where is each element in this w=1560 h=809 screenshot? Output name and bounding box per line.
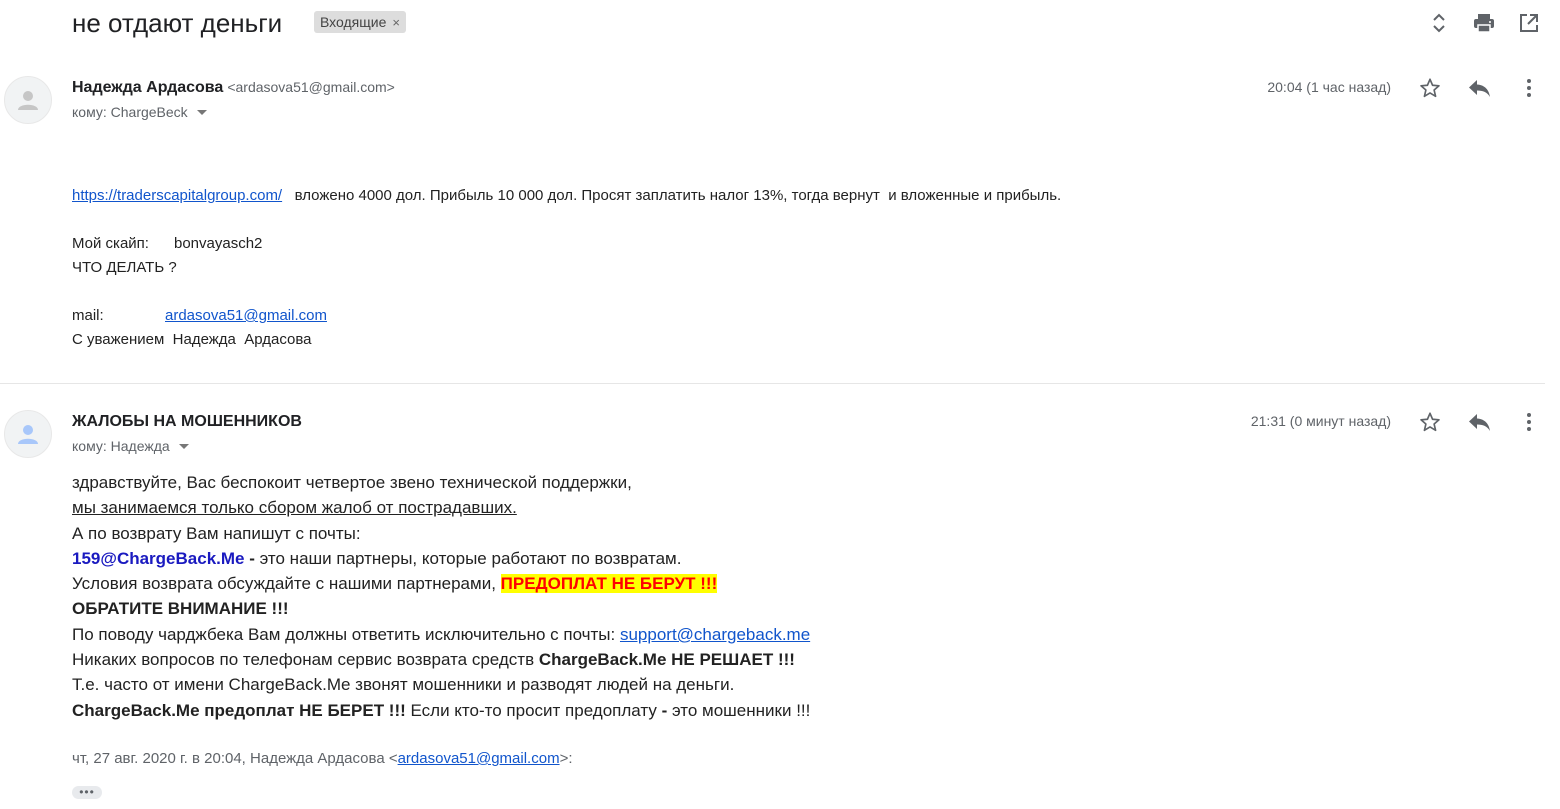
- message-divider: [0, 383, 1545, 384]
- recipient-details-caret-icon[interactable]: [196, 109, 207, 115]
- recipient-details-caret-icon[interactable]: [178, 443, 189, 449]
- quote-header: чт, 27 авг. 2020 г. в 20:04, Надежда Ард…: [72, 750, 573, 767]
- quote-email-link[interactable]: ardasova51@gmail.com: [398, 750, 560, 767]
- body-line: ЧТО ДЕЛАТЬ ?: [72, 259, 177, 276]
- reply-icon[interactable]: [1465, 74, 1493, 102]
- message-body: https://traderscapitalgroup.com/ вложено…: [72, 136, 1061, 376]
- support-email-link[interactable]: support@chargeback.me: [620, 625, 810, 644]
- thread-subject: не отдают деньги: [72, 8, 283, 38]
- more-vert-icon[interactable]: [1515, 74, 1543, 102]
- label-chip-text: Входящие: [320, 14, 387, 30]
- body-line: здравствуйте, Вас беспокоит четвертое зв…: [72, 473, 632, 492]
- reply-icon[interactable]: [1465, 408, 1493, 436]
- skype-value: bonvayasch2: [174, 235, 263, 252]
- body-text: Условия возврата обсуждайте с нашими пар…: [72, 574, 501, 594]
- body-line: ОБРАТИТЕ ВНИМАНИЕ !!!: [72, 599, 289, 619]
- body-text: По поводу чарджбека Вам должны ответить …: [72, 624, 620, 644]
- show-trimmed-content-button[interactable]: •••: [72, 786, 102, 799]
- body-text: Никаких вопросов по телефонам сервис воз…: [72, 650, 539, 670]
- body-line: ChargeBack.Me предоплат НЕ БЕРЕТ !!! Есл…: [72, 698, 810, 723]
- body-text: Если кто-то просит предоплату: [405, 700, 662, 720]
- message-body: здравствуйте, Вас беспокоит четвертое зв…: [72, 470, 810, 723]
- body-text: это мошенники !!!: [667, 700, 811, 720]
- body-line: мы занимаемся только сбором жалоб от пос…: [72, 498, 517, 518]
- quote-suffix: >:: [559, 750, 573, 767]
- sender-avatar: [4, 76, 52, 124]
- person-icon: [18, 425, 38, 444]
- body-bold: ChargeBack.Me предоплат НЕ БЕРЕТ !!!: [72, 700, 406, 720]
- label-chip-inbox[interactable]: Входящие ×: [314, 11, 406, 33]
- mail-link[interactable]: ardasova51@gmail.com: [165, 307, 327, 324]
- body-line: А по возврату Вам напишут с почты:: [72, 523, 361, 543]
- sender-name[interactable]: ЖАЛОБЫ НА МОШЕННИКОВ: [72, 413, 302, 431]
- sender-avatar: [4, 410, 52, 458]
- body-line: По поводу чарджбека Вам должны ответить …: [72, 622, 810, 647]
- highlighted-warning: ПРЕДОПЛАТ НЕ БЕРУТ !!!: [500, 574, 718, 594]
- recipient-line: кому: Надежда: [72, 438, 189, 454]
- body-line: Т.е. часто от имени ChargeBack.Me звонят…: [72, 675, 735, 695]
- person-icon: [18, 91, 38, 110]
- star-icon[interactable]: [1416, 408, 1444, 436]
- star-icon[interactable]: [1416, 74, 1444, 102]
- body-line: Никаких вопросов по телефонам сервис воз…: [72, 647, 810, 672]
- unfold-icon[interactable]: [1426, 10, 1452, 36]
- body-link[interactable]: https://traderscapitalgroup.com/: [72, 187, 282, 204]
- body-line: Условия возврата обсуждайте с нашими пар…: [72, 571, 810, 596]
- message-time: 21:31 (0 минут назад): [1250, 413, 1391, 429]
- sender-name[interactable]: Надежда Ардасова <ardasova51@gmail.com>: [72, 79, 395, 97]
- body-text: это наши партнеры, которые работают по в…: [259, 548, 682, 568]
- recipient-text: кому: Надежда: [72, 438, 170, 454]
- body-bold: ChargeBack.Me НЕ РЕШАЕТ !!!: [538, 650, 795, 670]
- message-time: 20:04 (1 час назад): [1267, 79, 1391, 95]
- body-text: вложено 4000 дол. Прибыль 10 000 дол. Пр…: [282, 187, 1062, 204]
- body-dash: -: [244, 548, 260, 568]
- body-line: https://traderscapitalgroup.com/ вложено…: [72, 184, 1061, 208]
- body-line: С уважением Надежда Ардасова: [72, 331, 312, 348]
- partner-email: 159@ChargeBack.Me: [72, 548, 245, 568]
- mail-label: mail:: [72, 307, 104, 324]
- open-in-new-window-icon[interactable]: [1516, 10, 1542, 36]
- sender-email: <ardasova51@gmail.com>: [227, 79, 395, 95]
- more-vert-icon[interactable]: [1515, 408, 1543, 436]
- quote-prefix: чт, 27 авг. 2020 г. в 20:04, Надежда Ард…: [72, 750, 398, 767]
- label-remove-icon[interactable]: ×: [392, 15, 400, 30]
- print-icon[interactable]: [1471, 10, 1497, 36]
- sender-name-text: Надежда Ардасова: [72, 79, 224, 96]
- body-line: 159@ChargeBack.Me - это наши партнеры, к…: [72, 546, 810, 571]
- recipient-line: кому: ChargeBeck: [72, 104, 207, 120]
- recipient-text: кому: ChargeBeck: [72, 104, 188, 120]
- skype-label: Мой скайп:: [72, 235, 149, 252]
